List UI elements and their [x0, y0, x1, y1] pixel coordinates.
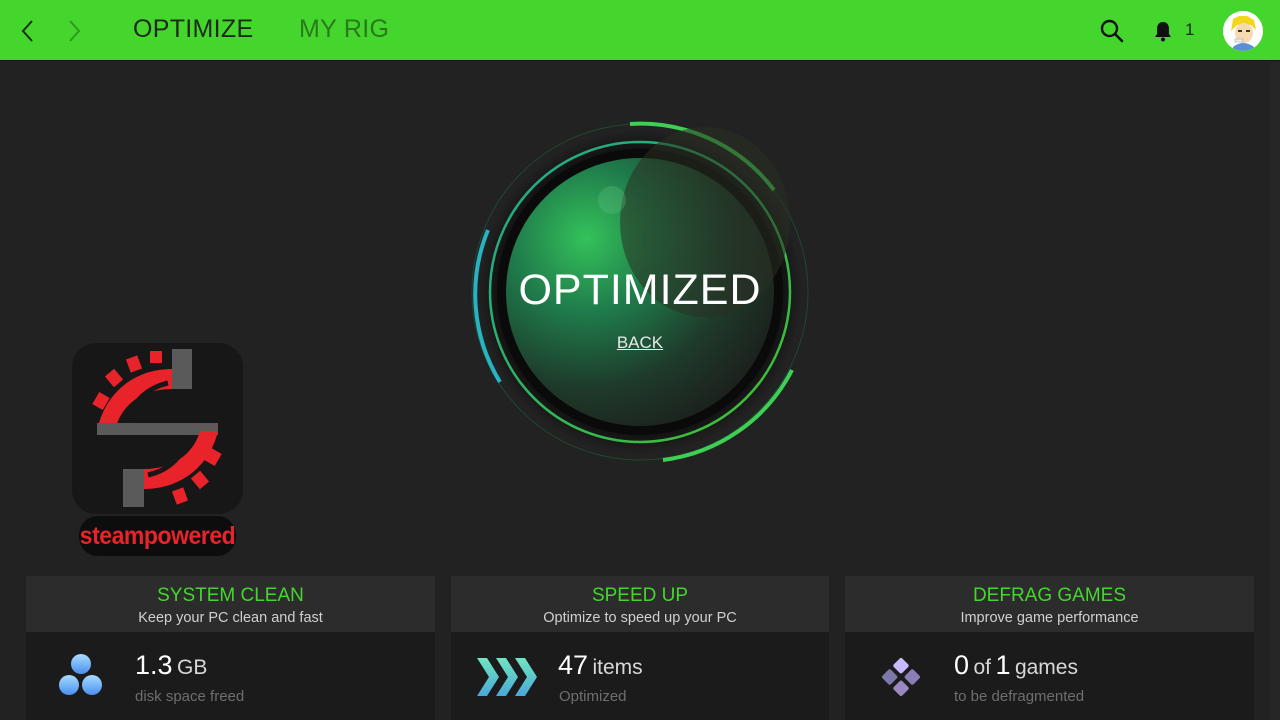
steampowered-logo [72, 343, 243, 514]
tab-optimize[interactable]: OPTIMIZE [133, 15, 253, 44]
disk-freed-value: 1.3 [135, 650, 173, 680]
chevron-left-icon[interactable] [16, 18, 40, 44]
tab-my-rig[interactable]: MY RIG [299, 15, 389, 44]
defrag-unit: games [1014, 656, 1078, 679]
chevron-right-icon[interactable] [62, 18, 86, 44]
defrag-games-card[interactable]: DEFRAG GAMES Improve game performance 0 … [845, 576, 1254, 720]
chevrons-icon [477, 658, 537, 696]
speed-up-card[interactable]: SPEED UP Optimize to speed up your PC 47… [451, 576, 829, 720]
bubbles-icon [59, 654, 102, 695]
avatar-image [1223, 11, 1263, 51]
card-title: SYSTEM CLEAN [157, 585, 304, 606]
system-clean-card[interactable]: SYSTEM CLEAN Keep your PC clean and fast… [26, 576, 435, 720]
defrag-of: of [973, 656, 991, 679]
items-optimized-label: Optimized [559, 688, 627, 705]
defrag-total-value: 1 [995, 650, 1011, 680]
card-subtitle: Improve game performance [960, 610, 1139, 626]
defrag-diamond-icon [882, 658, 920, 696]
defrag-done-value: 0 [954, 650, 970, 680]
defrag-label: to be defragmented [954, 688, 1085, 705]
items-optimized-value: 47 [558, 650, 589, 680]
back-link[interactable]: BACK [617, 333, 663, 352]
disk-freed-label: disk space freed [135, 688, 245, 705]
card-title: DEFRAG GAMES [972, 585, 1127, 606]
search-icon[interactable] [1099, 18, 1125, 44]
scrollbar[interactable] [1270, 62, 1280, 720]
card-subtitle: Optimize to speed up your PC [543, 610, 737, 626]
bell-icon[interactable] [1152, 20, 1174, 42]
card-subtitle: Keep your PC clean and fast [138, 610, 323, 626]
items-optimized-unit: items [592, 656, 643, 679]
avatar[interactable] [1223, 11, 1263, 51]
notification-count: 1 [1185, 20, 1195, 39]
steampowered-label: steampowered [78, 516, 237, 556]
card-title: SPEED UP [591, 585, 689, 606]
top-bar: OPTIMIZE MY RIG 1 [0, 0, 1280, 61]
disk-freed-unit: GB [177, 656, 208, 679]
gear-logo-icon [92, 349, 222, 507]
status-title: OPTIMIZED [518, 266, 762, 314]
